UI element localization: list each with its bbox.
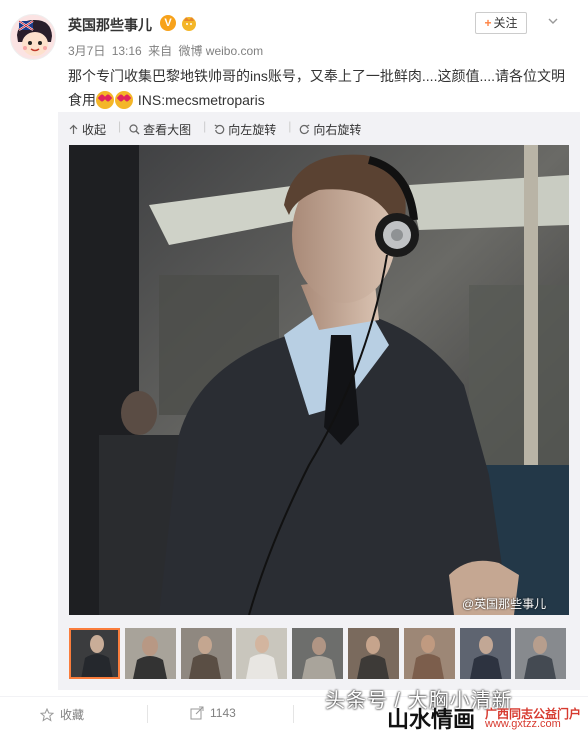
post-source[interactable]: 微博 weibo.com <box>178 44 263 58</box>
thumbnail-1[interactable] <box>69 628 120 679</box>
post-header: 英国那些事儿 V 3月7日 13:16 来自 微博 weibo.com + 关注 <box>0 0 588 60</box>
view-large-button[interactable]: 查看大图 <box>129 119 191 139</box>
repost-button[interactable]: 1143 <box>190 706 236 720</box>
source-prefix: 来自 <box>148 44 173 58</box>
toolbar-divider: | <box>203 119 207 133</box>
rotate-right-icon <box>300 124 310 134</box>
follow-button[interactable]: + 关注 <box>475 12 527 34</box>
follow-label: 关注 <box>493 16 518 30</box>
plus-icon: + <box>484 16 492 30</box>
member-crown-icon <box>180 14 198 32</box>
media-toolbar: 收起 | 查看大图 | 向左旋转 | 向右旋转 <box>68 119 373 139</box>
post-text: 那个专门收集巴黎地铁帅哥的ins账号，又奉上了一批鲜肉....这颜值....请各… <box>68 64 573 112</box>
thumbnail-2[interactable] <box>124 628 176 679</box>
collapse-button[interactable]: 收起 <box>68 119 106 139</box>
rotate-right-label: 向右旋转 <box>313 122 362 137</box>
view-large-label: 查看大图 <box>143 122 192 137</box>
thumbnail-3[interactable] <box>180 628 232 679</box>
share-icon <box>190 706 204 720</box>
rotate-right-button[interactable]: 向右旋转 <box>299 119 361 139</box>
avatar[interactable] <box>10 14 56 60</box>
thumbnail-image <box>347 628 399 679</box>
thumbnail-6[interactable] <box>347 628 399 679</box>
thumbnail-4[interactable] <box>236 628 288 679</box>
post-meta: 3月7日 13:16 来自 微博 weibo.com <box>68 42 266 59</box>
metro-passenger-image <box>69 145 569 615</box>
main-photo[interactable] <box>69 145 569 615</box>
chevron-down-icon[interactable] <box>548 16 558 26</box>
post-text-ins: INS:mecsmetroparis <box>137 92 265 108</box>
thumbnail-image <box>459 628 511 679</box>
photo-watermark: @英国那些事儿 <box>462 597 547 611</box>
toolbar-divider: | <box>288 119 292 133</box>
thumbnail-image <box>292 628 344 679</box>
thumbnail-image <box>515 628 567 679</box>
username[interactable]: 英国那些事儿 <box>68 15 152 35</box>
thumbnail-strip <box>69 628 571 679</box>
favorite-button[interactable]: 收藏 <box>40 706 84 723</box>
thumbnail-image <box>124 628 176 679</box>
post-date[interactable]: 3月7日 <box>68 44 105 58</box>
rotate-left-button[interactable]: 向左旋转 <box>214 119 276 139</box>
verified-badge: V <box>160 15 176 31</box>
rotate-left-label: 向左旋转 <box>228 122 277 137</box>
magnifier-icon <box>129 123 140 134</box>
thumbnail-7[interactable] <box>403 628 455 679</box>
thumbnail-image <box>403 628 455 679</box>
avatar-cartoon-icon <box>11 15 55 59</box>
post-time: 13:16 <box>111 44 142 58</box>
arrow-up-icon <box>69 124 78 134</box>
collapse-label: 收起 <box>82 122 107 137</box>
heart-eyes-emoji-icon <box>115 91 133 109</box>
thumbnail-8[interactable] <box>459 628 511 679</box>
thumbnail-9[interactable] <box>515 628 567 679</box>
toolbar-divider: | <box>118 119 122 133</box>
action-divider <box>293 705 294 723</box>
thumbnail-image <box>236 628 288 679</box>
heart-eyes-emoji-icon <box>96 91 114 109</box>
action-bar: 收藏 1143 <box>0 696 588 731</box>
action-divider <box>147 705 148 723</box>
favorite-label: 收藏 <box>60 708 85 722</box>
repost-count: 1143 <box>210 706 236 720</box>
thumbnail-image <box>180 628 232 679</box>
star-icon <box>40 707 54 722</box>
thumbnail-image <box>69 628 120 679</box>
rotate-left-icon <box>214 124 225 134</box>
thumbnail-5[interactable] <box>292 628 344 679</box>
